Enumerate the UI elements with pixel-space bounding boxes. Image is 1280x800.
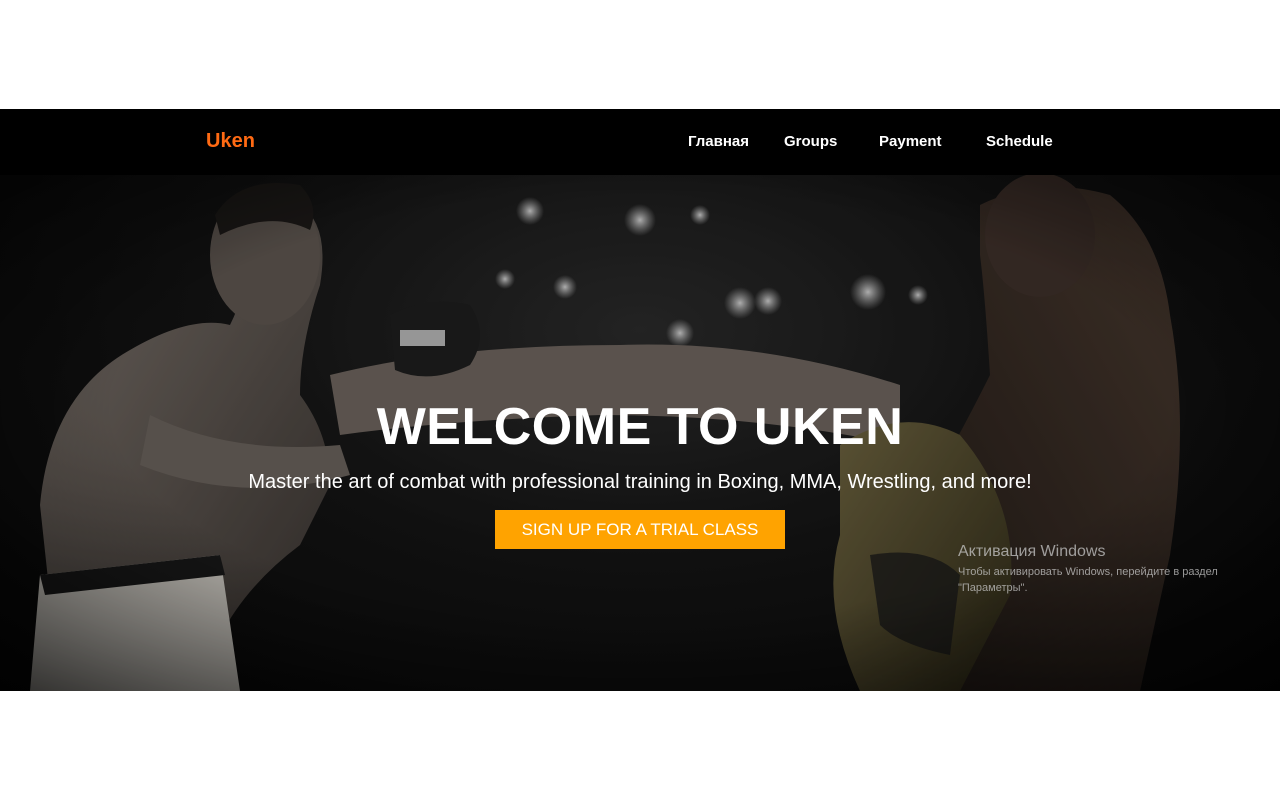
activation-title: Активация Windows [958,543,1106,560]
hero-subtitle: Master the art of combat with profession… [248,471,1032,493]
windows-activation-watermark: Активация Windows Чтобы активировать Win… [958,542,1258,596]
nav-link-payment[interactable]: Payment [879,133,942,150]
browser-viewport: Uken Главная Groups Payment Schedule WEL… [0,0,1280,800]
hero-title: WELCOME TO UKEN [376,398,904,456]
navbar: Uken Главная Groups Payment Schedule [0,109,1280,175]
activation-text: Чтобы активировать Windows, перейдите в … [958,566,1218,594]
main-nav: Главная Groups Payment Schedule [0,133,1280,153]
website: Uken Главная Groups Payment Schedule WEL… [0,109,1280,691]
hero-section: WELCOME TO UKEN Master the art of combat… [0,175,1280,691]
nav-link-home[interactable]: Главная [688,133,749,150]
nav-link-groups[interactable]: Groups [784,133,837,150]
trial-signup-button[interactable]: SIGN UP FOR A TRIAL CLASS [495,510,785,549]
nav-link-schedule[interactable]: Schedule [986,133,1053,150]
